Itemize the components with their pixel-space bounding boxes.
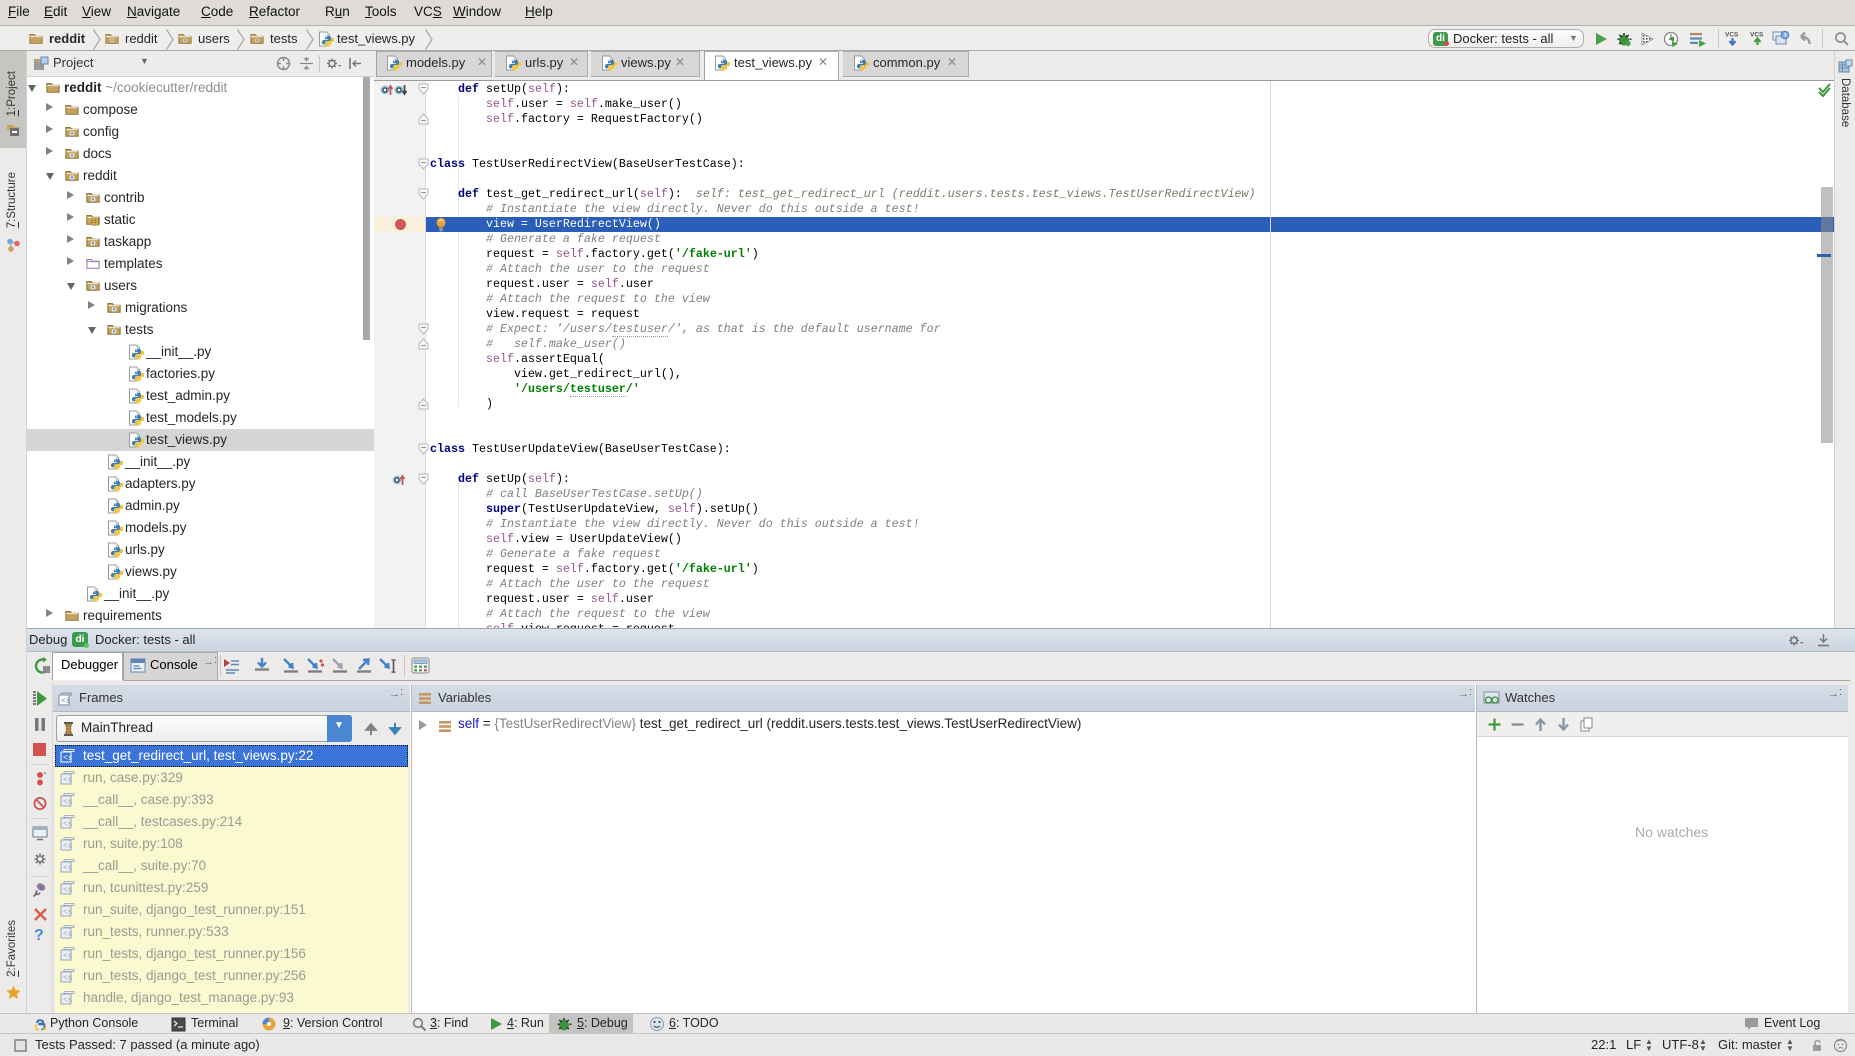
svg-text:<s: <s [63, 952, 73, 961]
svg-text:<s: <s [63, 930, 73, 939]
svg-text:<s: <s [63, 798, 73, 807]
svg-text:<s: <s [63, 776, 73, 785]
svg-text:<s: <s [63, 842, 73, 851]
svg-text:<s: <s [63, 864, 73, 873]
svg-text:VCS: VCS [1725, 32, 1739, 39]
svg-text:<s: <s [63, 754, 73, 763]
svg-text:<s: <s [63, 820, 73, 829]
svg-text:<s: <s [61, 697, 71, 706]
svg-text:<s: <s [63, 886, 73, 895]
svg-text:<s: <s [63, 908, 73, 917]
svg-text:<s: <s [63, 974, 73, 983]
svg-text:<s: <s [63, 996, 73, 1005]
